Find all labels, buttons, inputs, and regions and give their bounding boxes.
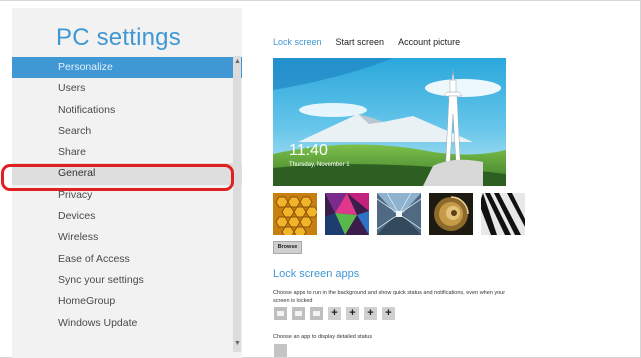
sidebar-item-wireless[interactable]: Wireless xyxy=(12,227,242,248)
highlight-annotation xyxy=(1,164,234,191)
page-title: PC settings xyxy=(56,24,181,51)
calendar-icon xyxy=(313,311,320,316)
scroll-up-icon[interactable]: ▲ xyxy=(234,58,241,65)
nav-scrollbar[interactable] xyxy=(233,56,241,352)
plus-icon: + xyxy=(367,307,374,319)
lock-time: 11:40 xyxy=(289,142,328,159)
sidebar-item-personalize[interactable]: Personalize xyxy=(12,57,242,79)
messaging-app-slot[interactable] xyxy=(274,307,287,320)
mail-icon xyxy=(295,311,302,316)
sidebar-item-windows-update[interactable]: Windows Update xyxy=(12,313,242,334)
detailed-status-app-slot[interactable] xyxy=(274,344,287,357)
messaging-icon xyxy=(277,311,284,316)
plus-app-slot[interactable]: + xyxy=(382,307,395,320)
plus-icon: + xyxy=(385,307,392,319)
tab-account-picture[interactable]: Account picture xyxy=(398,37,460,47)
sidebar-item-share[interactable]: Share xyxy=(12,142,242,163)
tab-start-screen[interactable]: Start screen xyxy=(336,37,385,47)
nautilus-thumbnail[interactable] xyxy=(429,193,473,235)
calendar-app-slot[interactable] xyxy=(310,307,323,320)
plus-icon: + xyxy=(349,307,356,319)
prism-thumbnail[interactable] xyxy=(325,193,369,235)
nav-list: Personalize Users Notifications Search Share… xyxy=(12,57,242,334)
sidebar-item-notifications[interactable]: Notifications xyxy=(12,100,242,121)
sidebar-item-search[interactable]: Search xyxy=(12,121,242,142)
plus-app-slot[interactable]: + xyxy=(346,307,359,320)
plus-icon: + xyxy=(331,307,338,319)
tab-lock-screen[interactable]: Lock screen xyxy=(273,37,322,47)
tunnel-thumbnail[interactable] xyxy=(377,193,421,235)
plus-app-slot[interactable]: + xyxy=(364,307,377,320)
wallpaper-thumbnails xyxy=(273,193,525,235)
lock-screen-app-slots: + + + + xyxy=(274,307,395,320)
sidebar-item-sync-your-settings[interactable]: Sync your settings xyxy=(12,270,242,291)
sidebar-item-users[interactable]: Users xyxy=(12,78,242,99)
lock-date: Thursday, November 1 xyxy=(289,162,350,168)
lock-screen-apps-heading: Lock screen apps xyxy=(273,268,360,280)
sidebar-item-devices[interactable]: Devices xyxy=(12,206,242,227)
scroll-down-icon[interactable]: ▼ xyxy=(234,340,241,347)
piano-thumbnail[interactable] xyxy=(481,193,525,235)
plus-app-slot[interactable]: + xyxy=(328,307,341,320)
tab-bar: Lock screen Start screen Account picture xyxy=(273,37,460,47)
browse-button[interactable]: Browse xyxy=(273,241,302,254)
lock-screen-apps-description: Choose apps to run in the background and… xyxy=(273,290,506,304)
sidebar-item-ease-of-access[interactable]: Ease of Access xyxy=(12,249,242,270)
lock-screen-preview: 11:40 Thursday, November 1 xyxy=(273,58,506,186)
detailed-status-description: Choose an app to display detailed status xyxy=(273,334,373,340)
sidebar-item-homegroup[interactable]: HomeGroup xyxy=(12,291,242,312)
honeycomb-thumbnail[interactable] xyxy=(273,193,317,235)
mail-app-slot[interactable] xyxy=(292,307,305,320)
